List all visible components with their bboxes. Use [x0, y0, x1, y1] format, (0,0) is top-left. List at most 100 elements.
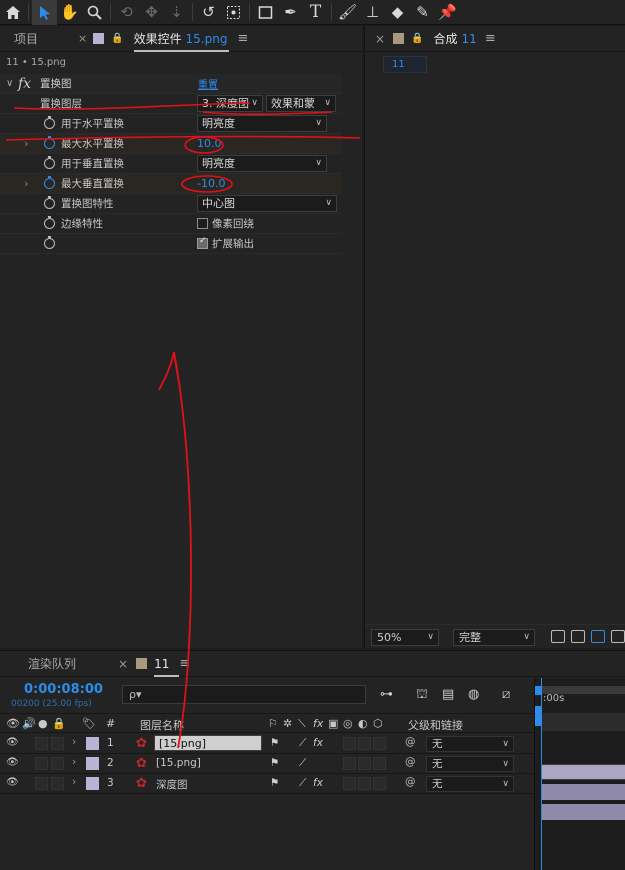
tab-composition[interactable]: 合成: [434, 30, 458, 47]
reset-link[interactable]: 重置: [198, 76, 218, 91]
region-icon[interactable]: [221, 0, 246, 25]
motion-blur-toggle[interactable]: [343, 737, 356, 750]
pick-whip-icon[interactable]: @: [405, 776, 416, 788]
displacement-layer-mode-select[interactable]: 效果和蒙 ∨: [266, 95, 336, 112]
adjustment-toggle[interactable]: [358, 757, 371, 770]
lock-toggle[interactable]: [51, 737, 64, 750]
max-horizontal-value[interactable]: 10.0: [197, 137, 222, 150]
quality-switch-icon[interactable]: ⟋: [299, 737, 306, 750]
shy-switch-icon[interactable]: ⚐: [268, 717, 278, 730]
stopwatch-icon[interactable]: [44, 136, 55, 149]
chevron-down-icon[interactable]: ∨: [6, 78, 13, 89]
tab-render-queue[interactable]: 渲染队列: [0, 655, 118, 672]
layer-row[interactable]: 👁 › 3 ✿ 深度图 ⚑ ⟋ fx @ 无 ∨: [0, 774, 534, 794]
solo-toggle[interactable]: [35, 737, 48, 750]
3d-toggle[interactable]: [373, 737, 386, 750]
frame-blending-icon[interactable]: ▤: [442, 687, 454, 702]
stopwatch-icon[interactable]: [44, 196, 55, 209]
parent-select[interactable]: 无 ∨: [426, 756, 514, 772]
comp-mini-flowchart-icon[interactable]: ⊶: [380, 687, 393, 702]
eye-icon[interactable]: 👁: [6, 777, 19, 788]
vertical-use-select[interactable]: 明亮度 ∨: [197, 155, 327, 172]
stopwatch-icon[interactable]: [44, 116, 55, 129]
current-timecode[interactable]: 0:00:08:00: [24, 682, 103, 697]
quality-switch-icon[interactable]: ⟋: [299, 757, 306, 770]
fx-switch-icon[interactable]: fx: [313, 737, 323, 749]
hand-icon[interactable]: ✋: [57, 0, 82, 25]
composition-viewer[interactable]: [365, 78, 625, 620]
tab-effect-controls[interactable]: 效果控件 15.png: [133, 26, 230, 52]
fx-switch-icon[interactable]: fx: [313, 717, 323, 730]
brush-icon[interactable]: 🖌: [335, 0, 360, 25]
rectangle-icon[interactable]: [253, 0, 278, 25]
panel-menu-icon[interactable]: ≡: [237, 31, 248, 46]
close-icon[interactable]: ×: [375, 32, 385, 46]
mask-path-icon[interactable]: [591, 630, 605, 643]
eraser-icon[interactable]: ◆: [385, 0, 410, 25]
effect-header-row[interactable]: ∨ fx 置换图 重置: [0, 74, 342, 94]
fx-switch-icon[interactable]: fx: [313, 777, 323, 789]
parent-select[interactable]: 无 ∨: [426, 736, 514, 752]
chevron-right-icon[interactable]: ›: [72, 736, 76, 748]
layer-name[interactable]: 深度图: [156, 777, 188, 792]
layer-label-color[interactable]: [86, 757, 99, 770]
col-layer-name[interactable]: 图层名称: [140, 717, 184, 733]
map-behavior-select[interactable]: 中心图 ∨: [197, 195, 337, 212]
3d-toggle[interactable]: [373, 757, 386, 770]
adjustment-toggle[interactable]: [358, 737, 371, 750]
comp-breadcrumb-chip[interactable]: 11: [383, 56, 427, 73]
stopwatch-icon[interactable]: [44, 156, 55, 169]
selection-arrow-icon[interactable]: [32, 0, 57, 25]
zoom-select[interactable]: 50% ∨: [371, 629, 439, 646]
lock-icon[interactable]: 🔒: [411, 33, 423, 44]
shy-switch-icon[interactable]: ⚑: [270, 757, 279, 769]
chevron-right-icon[interactable]: ›: [24, 177, 28, 190]
layer-duration-bar[interactable]: [541, 784, 625, 800]
rotate-icon[interactable]: ↺: [196, 0, 221, 25]
lock-toggle[interactable]: [51, 757, 64, 770]
3d-layer-switch-icon[interactable]: ⬡: [373, 717, 383, 730]
layer-row[interactable]: 👁 › 1 ✿ [15.png] ⚑ ⟋ fx @ 无 ∨: [0, 734, 534, 754]
time-ruler[interactable]: :00s: [534, 678, 625, 870]
fast-preview-icon[interactable]: [551, 630, 565, 643]
layer-name[interactable]: [15.png]: [156, 757, 201, 769]
eye-icon[interactable]: 👁: [6, 717, 20, 730]
resolution-select[interactable]: 完整 ∨: [453, 629, 535, 646]
3d-toggle[interactable]: [373, 777, 386, 790]
layer-name[interactable]: [15.png]: [154, 735, 262, 751]
layer-label-color[interactable]: [86, 737, 99, 750]
layer-duration-bar[interactable]: [541, 764, 625, 780]
label-tag-icon[interactable]: 🏷: [82, 717, 96, 730]
layer-duration-bar[interactable]: [541, 804, 625, 820]
shy-switch-icon[interactable]: ⚑: [270, 737, 279, 749]
pen-icon[interactable]: ✒: [278, 0, 303, 25]
adjustment-switch-icon[interactable]: ◐: [358, 717, 368, 730]
solo-icon[interactable]: ●: [38, 717, 48, 730]
max-vertical-value[interactable]: -10.0: [197, 177, 225, 190]
collapse-switch-icon[interactable]: ✲: [283, 717, 292, 730]
home-icon[interactable]: [0, 0, 25, 25]
eye-icon[interactable]: 👁: [6, 737, 19, 748]
fx-icon[interactable]: fx: [18, 76, 31, 92]
pick-whip-icon[interactable]: @: [405, 756, 416, 768]
lock-icon[interactable]: 🔒: [52, 717, 66, 730]
draft-3d-icon[interactable]: ⛫: [416, 687, 428, 704]
layer-label-color[interactable]: [86, 777, 99, 790]
displacement-layer-select[interactable]: 3. 深度图 ∨: [197, 95, 263, 112]
text-icon[interactable]: T: [303, 0, 328, 25]
motion-blur-toggle[interactable]: [343, 777, 356, 790]
layer-search-input[interactable]: ρ▾: [122, 685, 366, 704]
panel-menu-icon[interactable]: ≡: [179, 656, 190, 671]
graph-editor-icon[interactable]: ⧄: [502, 687, 510, 702]
tab-timeline-comp[interactable]: 11: [154, 651, 180, 677]
pan-behind-icon[interactable]: ✥: [139, 0, 164, 25]
stopwatch-icon[interactable]: [44, 176, 55, 189]
horizontal-use-select[interactable]: 明亮度 ∨: [197, 115, 327, 132]
layer-row[interactable]: 👁 › 2 ✿ [15.png] ⚑ ⟋ @ 无 ∨: [0, 754, 534, 774]
stopwatch-icon[interactable]: [44, 236, 55, 249]
camera-orbit-icon[interactable]: ⟲: [114, 0, 139, 25]
close-icon[interactable]: ×: [78, 32, 87, 45]
move-down-icon[interactable]: ⇣: [164, 0, 189, 25]
lock-toggle[interactable]: [51, 777, 64, 790]
panel-menu-icon[interactable]: ≡: [485, 31, 496, 46]
